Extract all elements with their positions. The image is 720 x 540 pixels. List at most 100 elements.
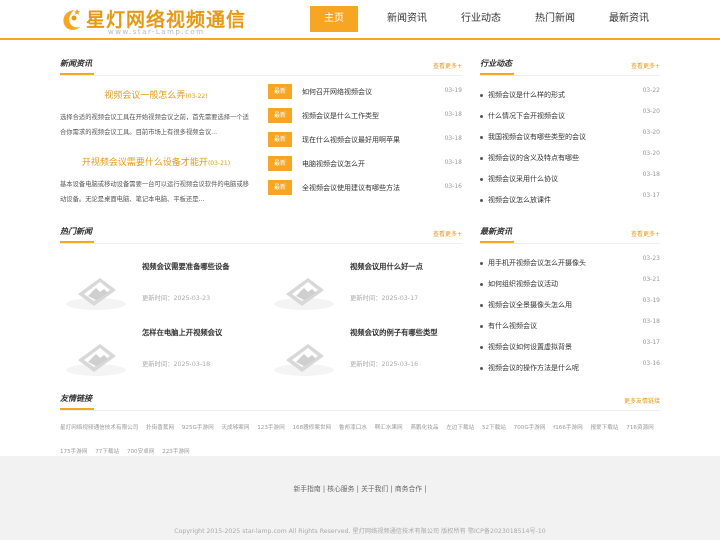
list-item[interactable]: 视频会议如何设置虚拟背景 03-17	[480, 338, 660, 359]
friend-link[interactable]: 700G手游网	[514, 425, 546, 431]
news-item-title[interactable]: 全视频会议使用建议有哪些方法	[302, 183, 400, 193]
bullet-icon	[480, 199, 483, 202]
list-item-title[interactable]: 如何组织视频会议活动	[488, 279, 558, 289]
nav-home[interactable]: 主页	[310, 6, 358, 32]
list-item-title[interactable]: 视频会议采用什么协议	[488, 174, 558, 184]
nav-industry[interactable]: 行业动态	[444, 6, 518, 32]
friend-link[interactable]: 左边下载站	[446, 425, 474, 431]
list-item[interactable]: 视频会议是什么样的形式 03-22	[480, 86, 660, 107]
list-item[interactable]: 什么情况下会开视频会议 03-20	[480, 107, 660, 128]
friend-link[interactable]: 天成够案网	[221, 425, 249, 431]
news-more-link[interactable]: 查看更多+	[433, 61, 462, 70]
footer-copyright: Copyright 2015-2025 star-lamp.com All Ri…	[174, 528, 546, 535]
lamp-logo-icon	[63, 9, 80, 30]
list-item[interactable]: 我国视频会议有哪些类型的会议 03-20	[480, 128, 660, 149]
site-logo[interactable]: 星灯网络视频通信 www.star-Lamp.com	[60, 4, 245, 36]
news-list-item[interactable]: 最新 现在什么视频会议最好用啊苹果 03-18	[268, 130, 462, 154]
list-item-date: 03-20	[642, 150, 660, 157]
list-item-title[interactable]: 视频会议怎么放课件	[488, 195, 551, 205]
hot-more-link[interactable]: 查看更多+	[433, 229, 462, 238]
news-list-item[interactable]: 最新 如何召开网络视频会议 03-19	[268, 82, 462, 106]
image-placeholder-icon	[274, 344, 334, 376]
list-item-title[interactable]: 视频会议是什么样的形式	[488, 90, 565, 100]
friend-links-more[interactable]: 更多友情链接	[624, 396, 660, 405]
friend-link[interactable]: f166手游网	[553, 425, 582, 431]
list-item-title[interactable]: 视频会议的含义及特点有哪些	[488, 153, 579, 163]
list-item[interactable]: 用手机开视频会议怎么开摄像头 03-23	[480, 254, 660, 275]
featured-title-link[interactable]: 视频会议一般怎么弄(03-22)	[60, 88, 252, 101]
list-item[interactable]: 视频会议的含义及特点有哪些 03-20	[480, 149, 660, 170]
nav-latest[interactable]: 最新资讯	[592, 6, 666, 32]
friend-link[interactable]: 52下载站	[482, 425, 506, 431]
friend-link[interactable]: 燕鹏化妆品	[410, 425, 438, 431]
friend-link[interactable]: 星灯网络视频通信技术有限公司	[60, 425, 138, 431]
list-item-title[interactable]: 视频会议的操作方法是什么呢	[488, 363, 579, 373]
card-title[interactable]: 视频会议需要准备哪些设备	[142, 262, 230, 272]
news-item-title[interactable]: 现在什么视频会议最好用啊苹果	[302, 135, 400, 145]
hot-news-card[interactable]: 视频会议需要准备哪些设备 更新时间：2025-03-23	[58, 256, 252, 320]
main-nav: 主页 新闻资讯 行业动态 热门新闻 最新资讯	[310, 6, 666, 32]
bullet-icon	[480, 157, 483, 160]
featured-title[interactable]: 视频会议一般怎么弄	[104, 91, 185, 101]
list-item-title[interactable]: 视频会议如何设置虚拟背景	[488, 342, 572, 352]
hot-news-card[interactable]: 视频会议的例子有哪些类型 更新时间：2025-03-16	[266, 322, 460, 386]
news-list-item[interactable]: 最新 视频会议是什么工作类型 03-18	[268, 106, 462, 130]
list-item-date: 03-17	[642, 339, 660, 346]
list-item-title[interactable]: 什么情况下会开视频会议	[488, 111, 565, 121]
friend-link[interactable]: 175手游网	[60, 449, 87, 455]
list-item[interactable]: 视频会议怎么放课件 03-17	[480, 191, 660, 212]
list-item-title[interactable]: 我国视频会议有哪些类型的会议	[488, 132, 586, 142]
latest-more-link[interactable]: 查看更多+	[631, 229, 660, 238]
list-item-title[interactable]: 有什么视频会议	[488, 321, 537, 331]
bullet-icon	[480, 94, 483, 97]
hot-news-card[interactable]: 视频会议用什么好一点 更新时间：2025-03-17	[266, 256, 460, 320]
card-title[interactable]: 视频会议用什么好一点	[350, 262, 423, 272]
news-item-title[interactable]: 视频会议是什么工作类型	[302, 111, 379, 121]
card-title[interactable]: 怎样在电脑上开视频会议	[142, 328, 222, 338]
featured-title[interactable]: 开视频会议需要什么设备才能开	[82, 158, 208, 168]
friend-link[interactable]: 鲁邦漆口水	[339, 425, 367, 431]
bullet-icon	[480, 304, 483, 307]
featured-title-link[interactable]: 开视频会议需要什么设备才能开(03-21)	[60, 155, 252, 168]
industry-more-link[interactable]: 查看更多+	[631, 61, 660, 70]
friend-link[interactable]: 报爱下载站	[590, 425, 618, 431]
friend-link[interactable]: 123手游网	[257, 425, 284, 431]
list-item-title[interactable]: 视频会议全景摄像头怎么用	[488, 300, 572, 310]
hot-news-card[interactable]: 怎样在电脑上开视频会议 更新时间：2025-03-18	[58, 322, 252, 386]
new-badge: 最新	[268, 108, 292, 123]
list-item-date: 03-20	[642, 108, 660, 115]
friend-link[interactable]: 700安卓网	[127, 449, 154, 455]
featured-article: 开视频会议需要什么设备才能开(03-21) 基本设备电脑或移动设备需要一台可以运…	[60, 155, 252, 207]
featured-article: 视频会议一般怎么弄(03-22) 选择合适的视频会议工具在开始视频会议之前，首先…	[60, 88, 252, 140]
list-item[interactable]: 视频会议采用什么协议 03-18	[480, 170, 660, 191]
footer-links[interactable]: 新手指南 | 核心服务 | 关于我们 | 商务合作 |	[0, 483, 720, 493]
new-badge: 最新	[268, 156, 292, 171]
news-list-item[interactable]: 最新 电脑视频会议怎么开 03-18	[268, 154, 462, 178]
featured-summary: 选择合适的视频会议工具在开始视频会议之前，首先需要选择一个适合你需求的视频会议工…	[60, 114, 249, 136]
friend-link[interactable]: 啊汇水果网	[375, 425, 403, 431]
time-value: 2025-03-17	[381, 295, 419, 302]
time-label: 更新时间：	[350, 361, 382, 368]
site-header: 星灯网络视频通信 www.star-Lamp.com 主页 新闻资讯 行业动态 …	[0, 0, 720, 40]
news-list-item[interactable]: 最新 全视频会议使用建议有哪些方法 03-16	[268, 178, 462, 202]
nav-news[interactable]: 新闻资讯	[370, 6, 444, 32]
news-list: 最新 如何召开网络视频会议 03-19 最新 视频会议是什么工作类型 03-18…	[268, 82, 462, 202]
friend-link[interactable]: 扑街香蕉网	[146, 425, 174, 431]
list-item[interactable]: 视频会议全景摄像头怎么用 03-19	[480, 296, 660, 317]
friend-links-header: 友情链接 更多友情链接	[60, 393, 660, 411]
friend-link[interactable]: 716资源网	[626, 425, 653, 431]
news-item-date: 03-19	[444, 87, 462, 94]
list-item[interactable]: 如何组织视频会议活动 03-21	[480, 275, 660, 296]
news-item-title[interactable]: 如何召开网络视频会议	[302, 87, 372, 97]
friend-link[interactable]: 77下载站	[95, 449, 119, 455]
card-title[interactable]: 视频会议的例子有哪些类型	[350, 328, 438, 338]
new-badge: 最新	[268, 84, 292, 99]
list-item[interactable]: 有什么视频会议 03-18	[480, 317, 660, 338]
news-item-title[interactable]: 电脑视频会议怎么开	[302, 159, 365, 169]
friend-link[interactable]: 223手游网	[162, 449, 189, 455]
nav-hot-news[interactable]: 热门新闻	[518, 6, 592, 32]
friend-link[interactable]: 925G手游网	[182, 425, 214, 431]
list-item-title[interactable]: 用手机开视频会议怎么开摄像头	[488, 258, 586, 268]
list-item[interactable]: 视频会议的操作方法是什么呢 03-16	[480, 359, 660, 380]
friend-link[interactable]: 168器修案世网	[292, 425, 331, 431]
